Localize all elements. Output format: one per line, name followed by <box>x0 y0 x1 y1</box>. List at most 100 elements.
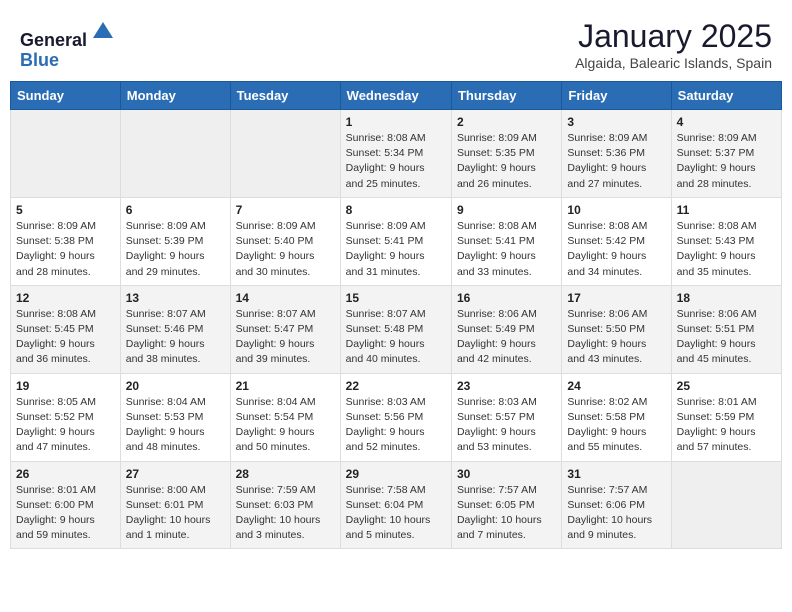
calendar-week-row: 19 Sunrise: 8:05 AM Sunset: 5:52 PM Dayli… <box>11 373 782 461</box>
calendar-cell: 2Sunrise: 8:09 AM Sunset: 5:35 PM Daylig… <box>451 110 561 198</box>
calendar-cell: 18 Sunrise: 8:06 AM Sunset: 5:51 PM Dayli… <box>671 285 781 373</box>
day-info: Sunrise: 8:07 AM Sunset: 5:48 PM Dayligh… <box>346 307 446 368</box>
calendar-cell: 10 Sunrise: 8:08 AM Sunset: 5:42 PM Dayli… <box>562 197 671 285</box>
logo: General Blue <box>20 18 117 71</box>
calendar-cell: 20Sunrise: 8:04 AM Sunset: 5:53 PM Dayli… <box>120 373 230 461</box>
logo-general: General <box>20 30 87 50</box>
day-info: Sunrise: 8:04 AM Sunset: 5:54 PM Dayligh… <box>236 395 335 456</box>
day-number: 27 <box>126 467 225 481</box>
day-number: 28 <box>236 467 335 481</box>
calendar-cell: 16 Sunrise: 8:06 AM Sunset: 5:49 PM Dayli… <box>451 285 561 373</box>
day-info: Sunrise: 8:06 AM Sunset: 5:50 PM Dayligh… <box>567 307 665 368</box>
calendar-cell: 5 Sunrise: 8:09 AM Sunset: 5:38 PM Daylig… <box>11 197 121 285</box>
calendar-cell: 22Sunrise: 8:03 AM Sunset: 5:56 PM Dayli… <box>340 373 451 461</box>
day-info: Sunrise: 8:00 AM Sunset: 6:01 PM Dayligh… <box>126 483 225 544</box>
day-info: Sunrise: 8:07 AM Sunset: 5:46 PM Dayligh… <box>126 307 225 368</box>
day-info: Sunrise: 8:09 AM Sunset: 5:38 PM Dayligh… <box>16 219 115 280</box>
calendar-cell: 21 Sunrise: 8:04 AM Sunset: 5:54 PM Dayli… <box>230 373 340 461</box>
day-info: Sunrise: 7:59 AM Sunset: 6:03 PM Dayligh… <box>236 483 335 544</box>
day-info: Sunrise: 8:06 AM Sunset: 5:49 PM Dayligh… <box>457 307 556 368</box>
calendar-week-row: 12 Sunrise: 8:08 AM Sunset: 5:45 PM Dayli… <box>11 285 782 373</box>
day-number: 16 <box>457 291 556 305</box>
calendar-cell: 28 Sunrise: 7:59 AM Sunset: 6:03 PM Dayli… <box>230 461 340 549</box>
day-number: 13 <box>126 291 225 305</box>
day-number: 4 <box>677 115 776 129</box>
calendar-week-row: 5 Sunrise: 8:09 AM Sunset: 5:38 PM Daylig… <box>11 197 782 285</box>
day-number: 20 <box>126 379 225 393</box>
day-number: 17 <box>567 291 665 305</box>
day-info: Sunrise: 8:08 AM Sunset: 5:41 PM Dayligh… <box>457 219 556 280</box>
day-number: 30 <box>457 467 556 481</box>
calendar-cell: 23 Sunrise: 8:03 AM Sunset: 5:57 PM Dayli… <box>451 373 561 461</box>
calendar-table: SundayMondayTuesdayWednesdayThursdayFrid… <box>10 81 782 549</box>
day-number: 14 <box>236 291 335 305</box>
day-number: 15 <box>346 291 446 305</box>
calendar-cell <box>230 110 340 198</box>
day-info: Sunrise: 7:57 AM Sunset: 6:06 PM Dayligh… <box>567 483 665 544</box>
day-info: Sunrise: 8:09 AM Sunset: 5:36 PM Dayligh… <box>567 131 665 192</box>
day-number: 3 <box>567 115 665 129</box>
calendar-cell: 25Sunrise: 8:01 AM Sunset: 5:59 PM Dayli… <box>671 373 781 461</box>
day-info: Sunrise: 8:09 AM Sunset: 5:37 PM Dayligh… <box>677 131 776 192</box>
weekday-header-monday: Monday <box>120 82 230 110</box>
day-info: Sunrise: 8:01 AM Sunset: 5:59 PM Dayligh… <box>677 395 776 456</box>
day-info: Sunrise: 8:08 AM Sunset: 5:34 PM Dayligh… <box>346 131 446 192</box>
day-info: Sunrise: 7:57 AM Sunset: 6:05 PM Dayligh… <box>457 483 556 544</box>
location-subtitle: Algaida, Balearic Islands, Spain <box>575 55 772 71</box>
day-info: Sunrise: 8:08 AM Sunset: 5:43 PM Dayligh… <box>677 219 776 280</box>
calendar-cell <box>120 110 230 198</box>
calendar-cell: 17 Sunrise: 8:06 AM Sunset: 5:50 PM Dayli… <box>562 285 671 373</box>
calendar-cell: 9Sunrise: 8:08 AM Sunset: 5:41 PM Daylig… <box>451 197 561 285</box>
day-number: 5 <box>16 203 115 217</box>
day-info: Sunrise: 7:58 AM Sunset: 6:04 PM Dayligh… <box>346 483 446 544</box>
weekday-header-sunday: Sunday <box>11 82 121 110</box>
day-info: Sunrise: 8:03 AM Sunset: 5:56 PM Dayligh… <box>346 395 446 456</box>
calendar-cell: 13 Sunrise: 8:07 AM Sunset: 5:46 PM Dayli… <box>120 285 230 373</box>
day-info: Sunrise: 8:06 AM Sunset: 5:51 PM Dayligh… <box>677 307 776 368</box>
calendar-cell: 8 Sunrise: 8:09 AM Sunset: 5:41 PM Daylig… <box>340 197 451 285</box>
calendar-cell: 19 Sunrise: 8:05 AM Sunset: 5:52 PM Dayli… <box>11 373 121 461</box>
day-info: Sunrise: 8:01 AM Sunset: 6:00 PM Dayligh… <box>16 483 115 544</box>
day-info: Sunrise: 8:08 AM Sunset: 5:45 PM Dayligh… <box>16 307 115 368</box>
day-number: 19 <box>16 379 115 393</box>
calendar-cell <box>671 461 781 549</box>
weekday-header-saturday: Saturday <box>671 82 781 110</box>
day-number: 1 <box>346 115 446 129</box>
day-number: 31 <box>567 467 665 481</box>
day-info: Sunrise: 8:02 AM Sunset: 5:58 PM Dayligh… <box>567 395 665 456</box>
calendar-cell: 1 Sunrise: 8:08 AM Sunset: 5:34 PM Daylig… <box>340 110 451 198</box>
day-number: 12 <box>16 291 115 305</box>
calendar-cell: 29Sunrise: 7:58 AM Sunset: 6:04 PM Dayli… <box>340 461 451 549</box>
calendar-cell: 6 Sunrise: 8:09 AM Sunset: 5:39 PM Daylig… <box>120 197 230 285</box>
calendar-cell: 31 Sunrise: 7:57 AM Sunset: 6:06 PM Dayli… <box>562 461 671 549</box>
day-info: Sunrise: 8:09 AM Sunset: 5:40 PM Dayligh… <box>236 219 335 280</box>
day-info: Sunrise: 8:07 AM Sunset: 5:47 PM Dayligh… <box>236 307 335 368</box>
day-number: 23 <box>457 379 556 393</box>
day-number: 18 <box>677 291 776 305</box>
calendar-cell <box>11 110 121 198</box>
day-number: 26 <box>16 467 115 481</box>
day-info: Sunrise: 8:09 AM Sunset: 5:41 PM Dayligh… <box>346 219 446 280</box>
day-number: 11 <box>677 203 776 217</box>
calendar-cell: 30 Sunrise: 7:57 AM Sunset: 6:05 PM Dayli… <box>451 461 561 549</box>
day-info: Sunrise: 8:08 AM Sunset: 5:42 PM Dayligh… <box>567 219 665 280</box>
calendar-cell: 3 Sunrise: 8:09 AM Sunset: 5:36 PM Daylig… <box>562 110 671 198</box>
logo-blue: Blue <box>20 50 59 70</box>
day-info: Sunrise: 8:03 AM Sunset: 5:57 PM Dayligh… <box>457 395 556 456</box>
day-number: 8 <box>346 203 446 217</box>
calendar-cell: 4 Sunrise: 8:09 AM Sunset: 5:37 PM Daylig… <box>671 110 781 198</box>
month-title: January 2025 <box>575 18 772 55</box>
calendar-week-row: 26 Sunrise: 8:01 AM Sunset: 6:00 PM Dayli… <box>11 461 782 549</box>
day-number: 21 <box>236 379 335 393</box>
calendar-cell: 11 Sunrise: 8:08 AM Sunset: 5:43 PM Dayli… <box>671 197 781 285</box>
calendar-cell: 7Sunrise: 8:09 AM Sunset: 5:40 PM Daylig… <box>230 197 340 285</box>
calendar-cell: 24 Sunrise: 8:02 AM Sunset: 5:58 PM Dayli… <box>562 373 671 461</box>
day-info: Sunrise: 8:05 AM Sunset: 5:52 PM Dayligh… <box>16 395 115 456</box>
day-number: 6 <box>126 203 225 217</box>
day-number: 10 <box>567 203 665 217</box>
calendar-week-row: 1 Sunrise: 8:08 AM Sunset: 5:34 PM Daylig… <box>11 110 782 198</box>
weekday-header-thursday: Thursday <box>451 82 561 110</box>
day-info: Sunrise: 8:09 AM Sunset: 5:39 PM Dayligh… <box>126 219 225 280</box>
day-number: 24 <box>567 379 665 393</box>
calendar-cell: 27 Sunrise: 8:00 AM Sunset: 6:01 PM Dayli… <box>120 461 230 549</box>
